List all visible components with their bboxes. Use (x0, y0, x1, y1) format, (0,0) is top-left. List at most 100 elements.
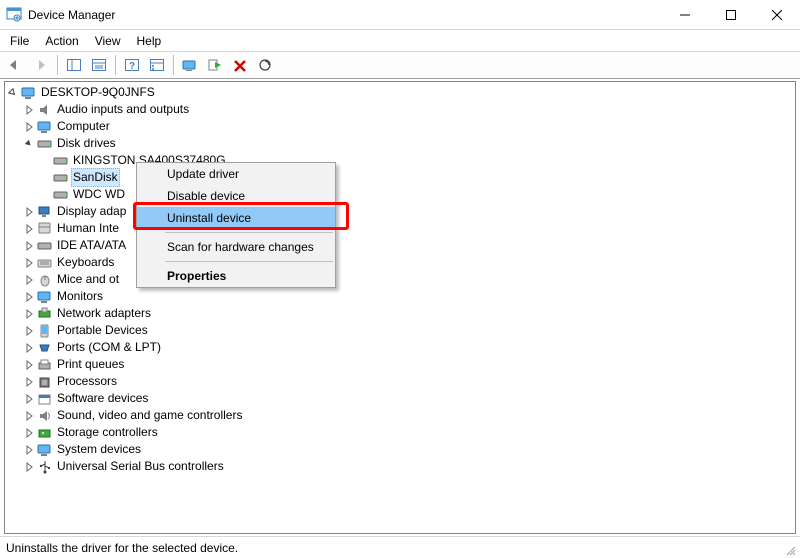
expand-icon[interactable] (21, 238, 37, 254)
portable-icon (37, 323, 53, 339)
expand-icon[interactable] (21, 289, 37, 305)
tree-label: Human Inte (55, 220, 121, 237)
expand-icon[interactable] (21, 119, 37, 135)
ctx-update-driver[interactable]: Update driver (137, 163, 335, 185)
tree-label: Display adap (55, 203, 128, 220)
tree-item-sound[interactable]: Sound, video and game controllers (5, 407, 795, 424)
tree-item-softdev[interactable]: Software devices (5, 390, 795, 407)
update-driver-button[interactable] (178, 53, 202, 77)
back-button[interactable] (4, 53, 28, 77)
tree-item-network[interactable]: Network adapters (5, 305, 795, 322)
menu-help[interactable]: Help (129, 32, 170, 50)
tree-label: Keyboards (55, 254, 116, 271)
app-icon (6, 7, 22, 23)
tree-item-computer[interactable]: Computer (5, 118, 795, 135)
tree-item-ide[interactable]: IDE ATA/ATA (5, 237, 795, 254)
context-menu: Update driver Disable device Uninstall d… (136, 162, 336, 288)
tree-item-hid[interactable]: Human Inte (5, 220, 795, 237)
ctx-scan-hardware[interactable]: Scan for hardware changes (137, 236, 335, 258)
computer-icon (21, 85, 37, 101)
tree-item-printq[interactable]: Print queues (5, 356, 795, 373)
tree-label: DESKTOP-9Q0JNFS (39, 84, 157, 101)
tree-item-usb[interactable]: Universal Serial Bus controllers (5, 458, 795, 475)
tree-item-disk-drives[interactable]: Disk drives (5, 135, 795, 152)
close-button[interactable] (754, 0, 800, 30)
tree-label: Universal Serial Bus controllers (55, 458, 226, 475)
tree-item-keyboards[interactable]: Keyboards (5, 254, 795, 271)
expand-icon[interactable] (21, 340, 37, 356)
tree-item-disk[interactable]: WDC WD (5, 186, 795, 203)
tree-item-monitors[interactable]: Monitors (5, 288, 795, 305)
toolbar: ? (0, 51, 800, 79)
expand-icon[interactable] (21, 221, 37, 237)
expand-icon[interactable] (21, 323, 37, 339)
expand-icon[interactable] (21, 425, 37, 441)
menu-view[interactable]: View (87, 32, 129, 50)
toolbar-separator (173, 55, 174, 75)
minimize-button[interactable] (662, 0, 708, 30)
device-tree-pane: DESKTOP-9Q0JNFS Audio inputs and outputs… (4, 81, 796, 534)
tree-item-storage[interactable]: Storage controllers (5, 424, 795, 441)
show-hide-tree-button[interactable] (62, 53, 86, 77)
ctx-label: Update driver (167, 167, 239, 181)
ctx-properties[interactable]: Properties (137, 265, 335, 287)
ctx-disable-device[interactable]: Disable device (137, 185, 335, 207)
ctx-uninstall-device[interactable]: Uninstall device (137, 207, 335, 229)
menu-bar: File Action View Help (0, 30, 800, 51)
tree-item-sysdev[interactable]: System devices (5, 441, 795, 458)
expand-icon[interactable] (21, 357, 37, 373)
tree-item-mice[interactable]: Mice and ot (5, 271, 795, 288)
expand-icon[interactable] (21, 442, 37, 458)
enable-device-button[interactable] (203, 53, 227, 77)
disk-icon (37, 136, 53, 152)
tree-label: WDC WD (71, 186, 127, 203)
forward-button[interactable] (29, 53, 53, 77)
expand-icon[interactable] (21, 102, 37, 118)
properties-button[interactable] (87, 53, 111, 77)
tree-label: System devices (55, 441, 143, 458)
menu-action[interactable]: Action (37, 32, 86, 50)
menu-file[interactable]: File (2, 32, 37, 50)
help-button[interactable]: ? (120, 53, 144, 77)
maximize-button[interactable] (708, 0, 754, 30)
collapse-icon[interactable] (21, 136, 37, 152)
status-text: Uninstalls the driver for the selected d… (6, 541, 238, 555)
action-list-button[interactable] (145, 53, 169, 77)
tree-item-ports[interactable]: Ports (COM & LPT) (5, 339, 795, 356)
display-icon (37, 204, 53, 220)
resize-grip[interactable] (784, 544, 796, 556)
keyboard-icon (37, 255, 53, 271)
tree-label: Network adapters (55, 305, 153, 322)
mouse-icon (37, 272, 53, 288)
tree-label: Computer (55, 118, 112, 135)
device-tree[interactable]: DESKTOP-9Q0JNFS Audio inputs and outputs… (5, 82, 795, 477)
expand-icon[interactable] (21, 374, 37, 390)
expand-icon[interactable] (21, 272, 37, 288)
expand-icon[interactable] (21, 306, 37, 322)
tree-item-disk[interactable]: KINGSTON SA400S37480G (5, 152, 795, 169)
monitor-icon (37, 289, 53, 305)
scan-hardware-button[interactable] (253, 53, 277, 77)
tree-label: IDE ATA/ATA (55, 237, 128, 254)
expand-icon[interactable] (5, 85, 21, 101)
tree-label: Sound, video and game controllers (55, 407, 244, 424)
tree-label: Processors (55, 373, 119, 390)
expand-icon[interactable] (21, 204, 37, 220)
uninstall-device-button[interactable] (228, 53, 252, 77)
expand-icon[interactable] (21, 391, 37, 407)
tree-label: SanDisk (71, 168, 120, 187)
expand-icon[interactable] (21, 255, 37, 271)
ctx-label: Uninstall device (167, 211, 251, 225)
system-icon (37, 442, 53, 458)
tree-label: Audio inputs and outputs (55, 101, 191, 118)
software-icon (37, 391, 53, 407)
tree-item-display[interactable]: Display adap (5, 203, 795, 220)
expand-icon[interactable] (21, 459, 37, 475)
tree-item-portable[interactable]: Portable Devices (5, 322, 795, 339)
ctx-label: Scan for hardware changes (167, 240, 314, 254)
tree-item-audio[interactable]: Audio inputs and outputs (5, 101, 795, 118)
tree-root[interactable]: DESKTOP-9Q0JNFS (5, 84, 795, 101)
expand-icon[interactable] (21, 408, 37, 424)
tree-item-processors[interactable]: Processors (5, 373, 795, 390)
tree-item-disk-selected[interactable]: SanDisk (5, 169, 795, 186)
